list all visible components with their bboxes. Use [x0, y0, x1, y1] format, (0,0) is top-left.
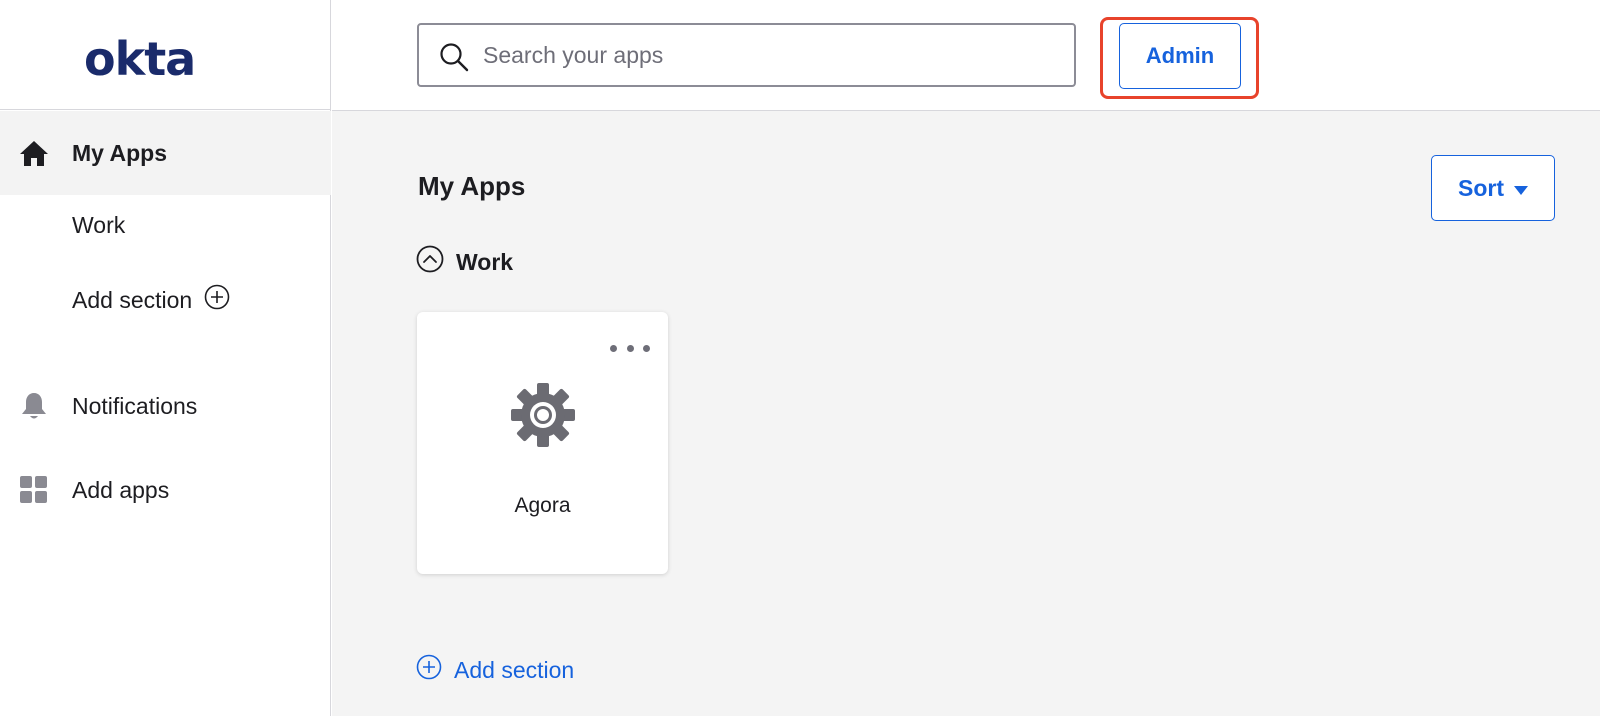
sidebar-item-work[interactable]: Work [72, 212, 125, 239]
search-box[interactable] [417, 23, 1076, 87]
home-icon [19, 138, 49, 168]
sidebar: okta My Apps Work Add section Notificati… [0, 0, 331, 716]
bell-icon [19, 391, 49, 421]
section-label: Work [456, 248, 514, 275]
gear-icon [510, 382, 576, 453]
sidebar-item-label: Add apps [72, 476, 170, 503]
add-section-button[interactable]: Add section [416, 654, 574, 686]
sidebar-item-label: My Apps [72, 139, 167, 166]
search-input[interactable] [483, 25, 1063, 85]
main-content: My Apps Sort Work Agora Add section [332, 111, 1600, 716]
sort-label: Sort [1458, 174, 1504, 201]
app-name: Agora [514, 494, 571, 517]
more-options-icon[interactable] [610, 338, 650, 358]
sidebar-item-label: Notifications [72, 392, 198, 419]
page-title: My Apps [418, 171, 526, 201]
okta-logo[interactable]: okta [84, 36, 196, 82]
sidebar-item-add-apps[interactable]: Add apps [0, 448, 331, 532]
section-toggle-work[interactable]: Work [416, 245, 513, 279]
caret-down-icon [1514, 175, 1528, 202]
top-header: Admin [332, 0, 1600, 111]
app-tile-agora[interactable]: Agora [417, 312, 668, 574]
sidebar-add-section-button[interactable]: Add section [72, 284, 230, 316]
search-icon [439, 42, 469, 77]
chevron-up-circle-icon [416, 245, 444, 279]
logo-area: okta [0, 0, 331, 110]
sidebar-item-label: Add section [72, 286, 193, 313]
plus-circle-icon [204, 284, 230, 316]
grid-icon [19, 475, 49, 505]
sidebar-item-notifications[interactable]: Notifications [0, 364, 331, 448]
sidebar-item-my-apps[interactable]: My Apps [0, 111, 331, 195]
plus-circle-icon [416, 654, 442, 686]
sidebar-item-label: Work [72, 212, 126, 238]
add-section-label: Add section [454, 656, 575, 683]
admin-button[interactable]: Admin [1119, 23, 1241, 89]
sort-button[interactable]: Sort [1431, 155, 1555, 221]
